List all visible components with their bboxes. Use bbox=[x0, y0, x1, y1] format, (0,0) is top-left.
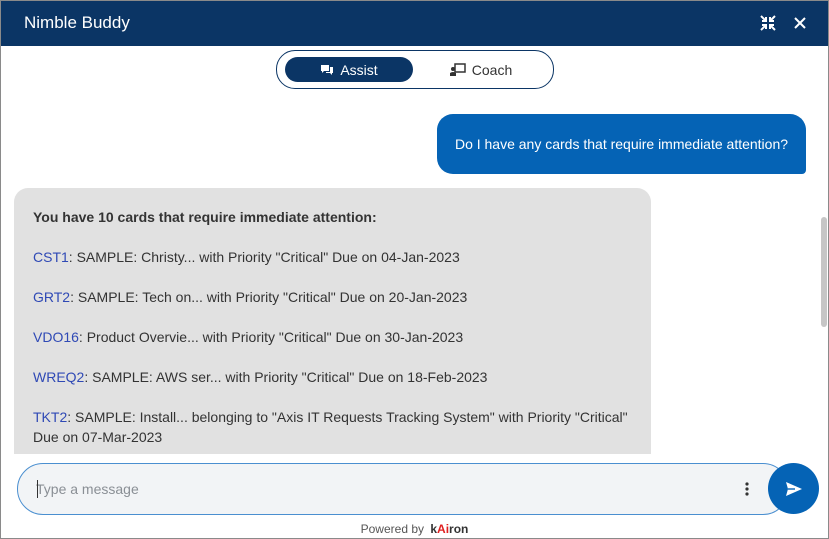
window-title: Nimble Buddy bbox=[24, 13, 130, 32]
close-icon bbox=[794, 17, 806, 29]
card-link[interactable]: TKT2 bbox=[33, 409, 67, 425]
more-vertical-icon bbox=[745, 482, 749, 496]
list-item: VDO16: Product Overvie... with Priority … bbox=[33, 327, 633, 347]
card-link[interactable]: VDO16 bbox=[33, 329, 79, 345]
coach-label: Coach bbox=[471, 61, 513, 78]
assist-label: Assist bbox=[340, 61, 378, 78]
message-input[interactable] bbox=[36, 479, 716, 499]
minimize-button[interactable] bbox=[757, 12, 779, 34]
send-button[interactable] bbox=[768, 463, 819, 514]
user-message-text: Do I have any cards that require immedia… bbox=[454, 136, 789, 152]
powered-by-text: Powered by bbox=[360, 522, 424, 536]
chat-scrollbar[interactable] bbox=[821, 217, 827, 327]
user-message: Do I have any cards that require immedia… bbox=[437, 114, 806, 174]
card-text: : SAMPLE: Install... belonging to "Axis … bbox=[67, 409, 628, 425]
card-text: : SAMPLE: Tech on... with Priority "Crit… bbox=[70, 289, 468, 305]
card-text: : SAMPLE: AWS ser... with Priority "Crit… bbox=[84, 369, 488, 385]
list-item: GRT2: SAMPLE: Tech on... with Priority "… bbox=[33, 287, 633, 307]
coach-mode-button[interactable]: Coach bbox=[417, 57, 545, 82]
send-icon bbox=[785, 481, 802, 496]
powered-by-footer: Powered by kAiron bbox=[1, 522, 828, 536]
mode-toggle: Assist Coach bbox=[276, 50, 554, 89]
card-text-continued: Due on 07-Mar-2023 bbox=[33, 429, 163, 445]
card-link[interactable]: WREQ2 bbox=[33, 369, 84, 385]
text-caret bbox=[37, 480, 38, 498]
bot-message: You have 10 cards that require immediate… bbox=[14, 188, 651, 454]
brand-logo: kAiron bbox=[430, 522, 469, 536]
card-text: : SAMPLE: Christy... with Priority "Crit… bbox=[68, 249, 460, 265]
more-options-button[interactable] bbox=[740, 478, 754, 500]
list-item: WREQ2: SAMPLE: AWS ser... with Priority … bbox=[33, 367, 633, 387]
list-item: TKT2: SAMPLE: Install... belonging to "A… bbox=[33, 407, 633, 447]
message-composer bbox=[17, 463, 789, 515]
presenter-icon bbox=[449, 63, 466, 76]
chat-messages[interactable]: Do I have any cards that require immedia… bbox=[1, 96, 828, 454]
chat-window: Nimble Buddy Assist Coach Do I have any … bbox=[0, 0, 829, 539]
close-button[interactable] bbox=[789, 12, 811, 34]
title-bar: Nimble Buddy bbox=[1, 1, 828, 46]
collapse-arrows-icon bbox=[760, 15, 776, 31]
chat-bubbles-icon bbox=[320, 64, 334, 76]
bot-heading: You have 10 cards that require immediate… bbox=[33, 209, 377, 225]
list-item: CST1: SAMPLE: Christy... with Priority "… bbox=[33, 247, 633, 267]
assist-mode-button[interactable]: Assist bbox=[285, 57, 413, 82]
card-link[interactable]: CST1 bbox=[33, 249, 69, 265]
card-text: : Product Overvie... with Priority "Crit… bbox=[78, 329, 464, 345]
card-link[interactable]: GRT2 bbox=[33, 289, 70, 305]
